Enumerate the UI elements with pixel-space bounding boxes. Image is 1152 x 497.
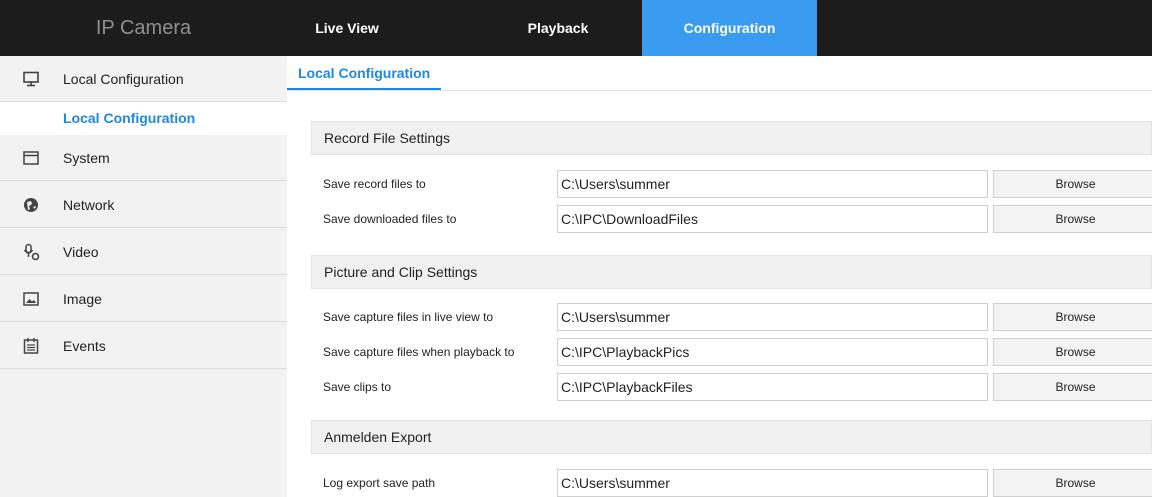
field-label: Save record files to <box>323 177 426 191</box>
sidebar: Local Configuration Local Configuration … <box>0 56 287 497</box>
browse-button[interactable]: Browse <box>993 338 1152 366</box>
browse-button[interactable]: Browse <box>993 205 1152 233</box>
sidebar-item-system[interactable]: System <box>0 135 287 181</box>
sidebar-item-label: Image <box>63 291 102 307</box>
brand-title: IP Camera <box>95 17 192 39</box>
top-nav-bar: IP Camera Live View Playback Configurati… <box>0 0 1152 56</box>
image-icon <box>22 290 40 308</box>
section-title: Picture and Clip Settings <box>324 264 478 280</box>
field-label: Save capture files in live view to <box>323 310 494 324</box>
sidebar-item-video[interactable]: Video <box>0 229 287 275</box>
section-anmelden-export: Anmelden Export <box>311 420 1152 454</box>
save-clips-path-input[interactable] <box>557 373 988 401</box>
window-icon <box>22 149 40 167</box>
sidebar-item-local-configuration[interactable]: Local Configuration <box>0 56 287 102</box>
browse-button[interactable]: Browse <box>993 303 1152 331</box>
browse-button[interactable]: Browse <box>993 373 1152 401</box>
main-content: Local Configuration Record File Settings… <box>287 56 1152 497</box>
sidebar-item-image[interactable]: Image <box>0 276 287 322</box>
sidebar-item-events[interactable]: Events <box>0 323 287 369</box>
video-settings-icon <box>22 243 40 261</box>
field-label: Log export save path <box>323 476 436 490</box>
section-record-file-settings: Record File Settings <box>311 121 1152 155</box>
browse-button[interactable]: Browse <box>993 170 1152 198</box>
field-label: Save capture files when playback to <box>323 345 515 359</box>
sidebar-subitem-local-configuration[interactable]: Local Configuration <box>0 102 287 135</box>
sidebar-item-label: Events <box>63 338 106 354</box>
section-picture-clip-settings: Picture and Clip Settings <box>311 255 1152 289</box>
save-capture-playback-path-input[interactable] <box>557 338 988 366</box>
tab-configuration[interactable]: Configuration <box>642 0 817 56</box>
tab-live-view[interactable]: Live View <box>287 0 407 56</box>
save-downloaded-path-input[interactable] <box>557 205 988 233</box>
sidebar-item-network[interactable]: Network <box>0 182 287 228</box>
sidebar-item-label: System <box>63 150 110 166</box>
log-export-path-input[interactable] <box>557 469 988 497</box>
save-record-path-input[interactable] <box>557 170 988 198</box>
sidebar-subitem-label: Local Configuration <box>63 110 196 126</box>
globe-icon <box>22 196 40 214</box>
save-capture-liveview-path-input[interactable] <box>557 303 988 331</box>
field-label: Save clips to <box>323 380 392 394</box>
section-title: Record File Settings <box>324 130 451 146</box>
tab-local-configuration[interactable]: Local Configuration <box>287 56 442 90</box>
sidebar-item-label: Video <box>63 244 99 260</box>
content-tab-bar: Local Configuration <box>287 56 1152 91</box>
sidebar-item-label: Local Configuration <box>63 71 184 87</box>
browse-button[interactable]: Browse <box>993 469 1152 497</box>
section-title: Anmelden Export <box>324 429 432 445</box>
tab-playback[interactable]: Playback <box>498 0 618 56</box>
calendar-icon <box>22 337 40 355</box>
field-label: Save downloaded files to <box>323 212 457 226</box>
sidebar-item-label: Network <box>63 197 115 213</box>
monitor-icon <box>22 70 40 88</box>
